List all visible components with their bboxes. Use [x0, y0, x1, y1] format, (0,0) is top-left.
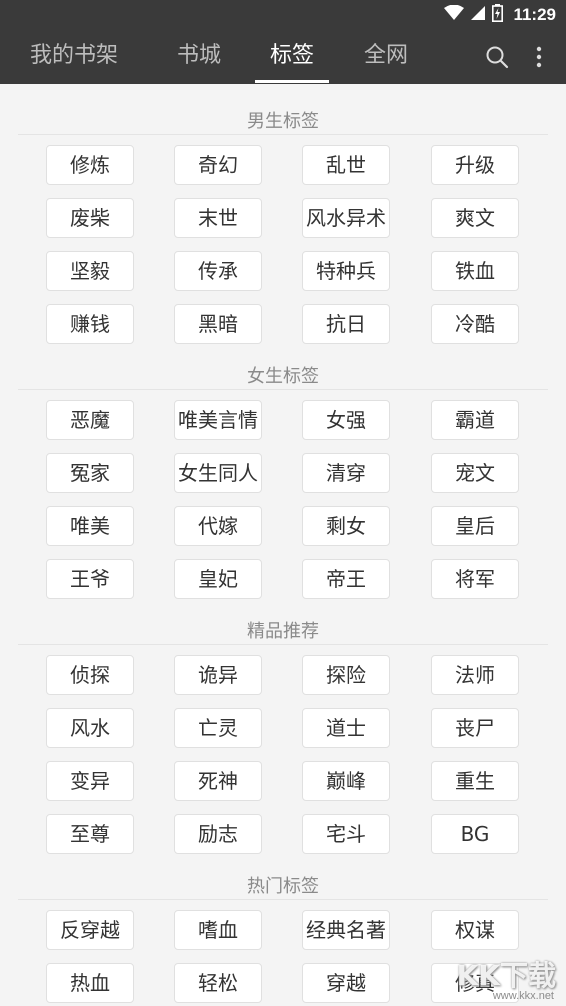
- status-bar: 11:29: [0, 0, 566, 30]
- divider: [18, 134, 548, 135]
- tag-button[interactable]: 唯美: [46, 506, 134, 546]
- tag-button[interactable]: 权谋: [431, 910, 519, 950]
- tab-bookshelf[interactable]: 我的书架: [30, 30, 118, 84]
- tag-button[interactable]: 死神: [174, 761, 262, 801]
- tag-button[interactable]: 嗜血: [174, 910, 262, 950]
- tag-button[interactable]: 至尊: [46, 814, 134, 854]
- tag-button[interactable]: 诡异: [174, 655, 262, 695]
- section-header: 男生标签: [18, 101, 548, 135]
- signal-icon: [470, 5, 486, 25]
- tag-list[interactable]: 男生标签 修炼 奇幻 乱世 升级 废柴 末世 风水异术 爽文 坚毅 传承 特种兵…: [0, 84, 566, 1006]
- divider: [18, 899, 548, 900]
- tag-button[interactable]: 修真: [431, 963, 519, 1003]
- tag-button[interactable]: 变异: [46, 761, 134, 801]
- tag-button[interactable]: 冷酷: [431, 304, 519, 344]
- divider: [18, 389, 548, 390]
- tag-button[interactable]: 将军: [431, 559, 519, 599]
- tag-button[interactable]: 宅斗: [302, 814, 390, 854]
- tag-button[interactable]: 反穿越: [46, 910, 134, 950]
- tag-button[interactable]: 道士: [302, 708, 390, 748]
- tag-button[interactable]: BG: [431, 814, 519, 854]
- tag-button[interactable]: 巅峰: [302, 761, 390, 801]
- section-header: 热门标签: [18, 866, 548, 900]
- tag-button[interactable]: 铁血: [431, 251, 519, 291]
- tag-button[interactable]: 传承: [174, 251, 262, 291]
- tag-button[interactable]: 宠文: [431, 453, 519, 493]
- tag-button[interactable]: 特种兵: [302, 251, 390, 291]
- tag-button[interactable]: 王爷: [46, 559, 134, 599]
- tag-button[interactable]: 重生: [431, 761, 519, 801]
- tag-button[interactable]: 风水: [46, 708, 134, 748]
- tag-button[interactable]: 黑暗: [174, 304, 262, 344]
- section-header: 女生标签: [18, 356, 548, 390]
- search-icon[interactable]: [482, 42, 512, 72]
- wifi-icon: [444, 4, 465, 25]
- tag-button[interactable]: 亡灵: [174, 708, 262, 748]
- tab-tags[interactable]: 标签: [270, 30, 314, 84]
- tag-button[interactable]: 爽文: [431, 198, 519, 238]
- tag-button[interactable]: 乱世: [302, 145, 390, 185]
- tag-button[interactable]: 女强: [302, 400, 390, 440]
- tag-button[interactable]: 法师: [431, 655, 519, 695]
- tag-button[interactable]: 恶魔: [46, 400, 134, 440]
- tag-button[interactable]: 修炼: [46, 145, 134, 185]
- app-bar: 我的书架 书城 标签 全网: [0, 30, 566, 84]
- section-title: 女生标签: [247, 366, 319, 387]
- tag-button[interactable]: 坚毅: [46, 251, 134, 291]
- tab-bookstore[interactable]: 书城: [177, 30, 221, 84]
- tag-button[interactable]: 热血: [46, 963, 134, 1003]
- divider: [18, 644, 548, 645]
- tag-button[interactable]: 唯美言情: [174, 400, 262, 440]
- tag-button[interactable]: 励志: [174, 814, 262, 854]
- tag-button[interactable]: 清穿: [302, 453, 390, 493]
- tag-button[interactable]: 侦探: [46, 655, 134, 695]
- tag-button[interactable]: 皇妃: [174, 559, 262, 599]
- tag-button[interactable]: 经典名著: [302, 910, 390, 950]
- tag-button[interactable]: 霸道: [431, 400, 519, 440]
- tag-button[interactable]: 探险: [302, 655, 390, 695]
- tag-button[interactable]: 升级: [431, 145, 519, 185]
- tab-web[interactable]: 全网: [364, 30, 408, 84]
- tag-button[interactable]: 冤家: [46, 453, 134, 493]
- tag-button[interactable]: 末世: [174, 198, 262, 238]
- section-title: 热门标签: [247, 876, 319, 897]
- tag-button[interactable]: 丧尸: [431, 708, 519, 748]
- active-tab-indicator: [255, 80, 329, 83]
- tag-button[interactable]: 剩女: [302, 506, 390, 546]
- tag-button[interactable]: 皇后: [431, 506, 519, 546]
- tag-button[interactable]: 帝王: [302, 559, 390, 599]
- tag-button[interactable]: 奇幻: [174, 145, 262, 185]
- tag-button[interactable]: 赚钱: [46, 304, 134, 344]
- section-title: 精品推荐: [247, 621, 319, 642]
- tag-button[interactable]: 抗日: [302, 304, 390, 344]
- status-icons: 11:29: [444, 0, 556, 30]
- tag-button[interactable]: 轻松: [174, 963, 262, 1003]
- tag-button[interactable]: 代嫁: [174, 506, 262, 546]
- section-title: 男生标签: [247, 111, 319, 132]
- tag-button[interactable]: 风水异术: [302, 198, 390, 238]
- battery-charging-icon: [492, 4, 504, 26]
- tag-button[interactable]: 穿越: [302, 963, 390, 1003]
- more-vertical-icon[interactable]: [524, 42, 554, 72]
- tag-button[interactable]: 女生同人: [174, 453, 262, 493]
- section-header: 精品推荐: [18, 611, 548, 645]
- status-time: 11:29: [513, 5, 556, 24]
- tag-button[interactable]: 废柴: [46, 198, 134, 238]
